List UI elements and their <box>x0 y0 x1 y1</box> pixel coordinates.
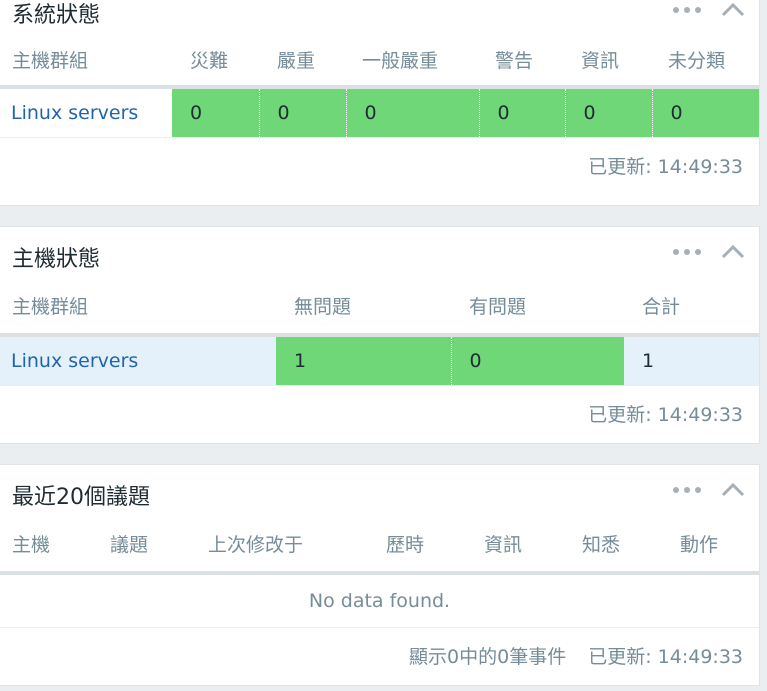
widget-header: 系統狀態 <box>0 0 759 33</box>
host-group-link[interactable]: Linux servers <box>0 87 172 138</box>
updated-time: 已更新: 14:49:33 <box>588 404 743 426</box>
table-header-row: 主機群組 災難 嚴重 一般嚴重 警告 資訊 未分類 <box>0 33 759 89</box>
col-info: 資訊 <box>472 515 570 575</box>
widget-footer: 顯示0中的0筆事件 已更新: 14:49:33 <box>0 628 759 686</box>
col-high: 嚴重 <box>259 33 346 89</box>
col-last-change[interactable]: 上次修改于 <box>196 515 374 575</box>
table-header-row: 主機 議題 上次修改于 歷時 資訊 知悉 動作 <box>0 515 759 575</box>
col-host-group[interactable]: 主機群組 <box>0 33 172 89</box>
col-warning: 警告 <box>479 33 565 89</box>
widget-footer: 已更新: 14:49:33 <box>0 386 759 444</box>
more-dots-icon[interactable] <box>673 7 701 13</box>
widget-title: 最近20個議題 <box>12 485 150 510</box>
recent-issues-table: 主機 議題 上次修改于 歷時 資訊 知悉 動作 No data found. <box>0 515 759 628</box>
widget-title: 主機狀態 <box>12 247 101 272</box>
total-count: 1 <box>624 335 759 386</box>
system-status-table: 主機群組 災難 嚴重 一般嚴重 警告 資訊 未分類 Linux servers … <box>0 33 759 138</box>
col-disaster: 災難 <box>172 33 259 89</box>
no-data-message: No data found. <box>0 573 759 628</box>
recent-issues-widget: 最近20個議題 主機 議題 上次修改于 歷時 資訊 知悉 動作 No data … <box>0 464 760 686</box>
widget-controls <box>673 239 745 265</box>
warning-count[interactable]: 0 <box>478 87 565 138</box>
col-issue[interactable]: 議題 <box>98 515 196 575</box>
widget-controls <box>673 0 745 23</box>
high-count[interactable]: 0 <box>258 87 346 138</box>
host-status-widget: 主機狀態 主機群組 無問題 有問題 合計 Linux servers 1 0 1… <box>0 226 760 444</box>
col-without-problems: 無問題 <box>276 277 451 337</box>
widget-header: 最近20個議題 <box>0 465 759 515</box>
chevron-up-icon[interactable] <box>721 3 745 17</box>
chevron-up-icon[interactable] <box>721 245 745 259</box>
col-actions: 動作 <box>668 515 759 575</box>
col-ack: 知悉 <box>570 515 668 575</box>
col-age: 歷時 <box>374 515 472 575</box>
col-not-classified: 未分類 <box>652 33 759 89</box>
not-classified-count[interactable]: 0 <box>651 87 759 138</box>
system-status-widget: 系統狀態 主機群組 災難 嚴重 一般嚴重 警告 資訊 未分類 Linux ser… <box>0 0 760 206</box>
widget-controls <box>673 477 745 503</box>
table-header-row: 主機群組 無問題 有問題 合計 <box>0 277 759 337</box>
col-with-problems: 有問題 <box>451 277 624 337</box>
col-host-group[interactable]: 主機群組 <box>0 277 276 337</box>
col-total: 合計 <box>624 277 759 337</box>
without-problems-count[interactable]: 1 <box>276 335 451 386</box>
event-count-text: 顯示0中的0筆事件 <box>409 646 567 668</box>
col-host[interactable]: 主機 <box>0 515 98 575</box>
table-row: Linux servers 0 0 0 0 0 0 <box>0 87 759 138</box>
widget-footer: 已更新: 14:49:33 <box>0 138 759 196</box>
col-information: 資訊 <box>565 33 652 89</box>
host-group-link[interactable]: Linux servers <box>0 335 276 386</box>
more-dots-icon[interactable] <box>673 487 701 493</box>
widget-header: 主機狀態 <box>0 227 759 277</box>
widget-title: 系統狀態 <box>12 3 101 28</box>
information-count[interactable]: 0 <box>564 87 652 138</box>
table-row: No data found. <box>0 573 759 628</box>
disaster-count[interactable]: 0 <box>172 87 259 138</box>
col-average: 一般嚴重 <box>346 33 479 89</box>
table-row: Linux servers 1 0 1 <box>0 335 759 386</box>
with-problems-count[interactable]: 0 <box>450 335 624 386</box>
updated-time: 已更新: 14:49:33 <box>588 156 743 178</box>
updated-time: 已更新: 14:49:33 <box>588 646 743 668</box>
host-status-table: 主機群組 無問題 有問題 合計 Linux servers 1 0 1 <box>0 277 759 386</box>
chevron-up-icon[interactable] <box>721 483 745 497</box>
average-count[interactable]: 0 <box>345 87 479 138</box>
more-dots-icon[interactable] <box>673 249 701 255</box>
